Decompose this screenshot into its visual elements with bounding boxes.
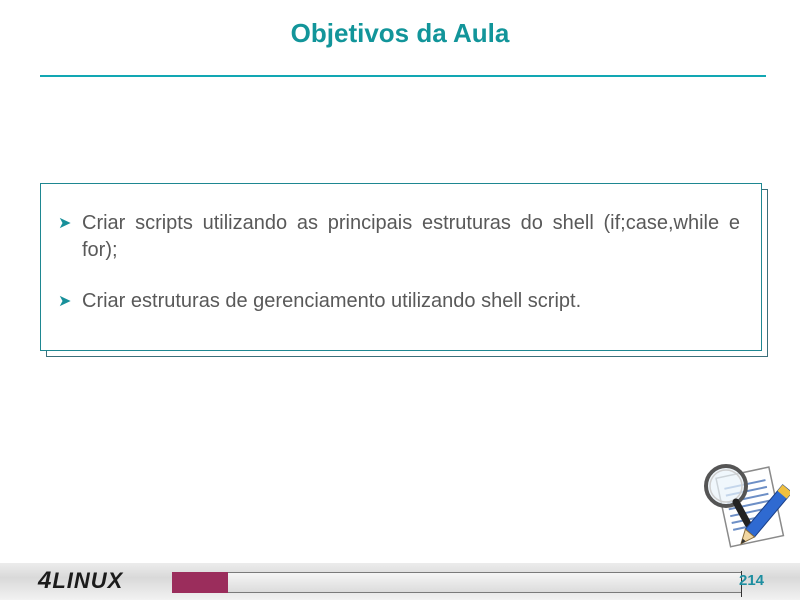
magnifier-document-pencil-icon bbox=[704, 464, 790, 548]
footer-bar bbox=[228, 572, 742, 593]
logo-text: LINUX bbox=[52, 568, 124, 593]
footer-accent-bar bbox=[172, 572, 228, 593]
slide-title: Objetivos da Aula bbox=[290, 18, 510, 48]
title-divider bbox=[40, 75, 766, 77]
objectives-list: ➤ Criar scripts utilizando as principais… bbox=[58, 210, 740, 315]
page-number: 214 bbox=[739, 572, 765, 589]
arrow-bullet-icon: ➤ bbox=[58, 293, 72, 310]
logo-digit: 4 bbox=[38, 567, 53, 594]
arrow-bullet-icon: ➤ bbox=[58, 215, 72, 232]
company-logo: 4LINUX bbox=[38, 567, 123, 595]
list-item: ➤ Criar estruturas de gerenciamento util… bbox=[58, 288, 740, 315]
list-item-text: Criar scripts utilizando as principais e… bbox=[82, 212, 740, 261]
list-item-text: Criar estruturas de gerenciamento utiliz… bbox=[82, 290, 582, 312]
list-item: ➤ Criar scripts utilizando as principais… bbox=[58, 210, 740, 264]
